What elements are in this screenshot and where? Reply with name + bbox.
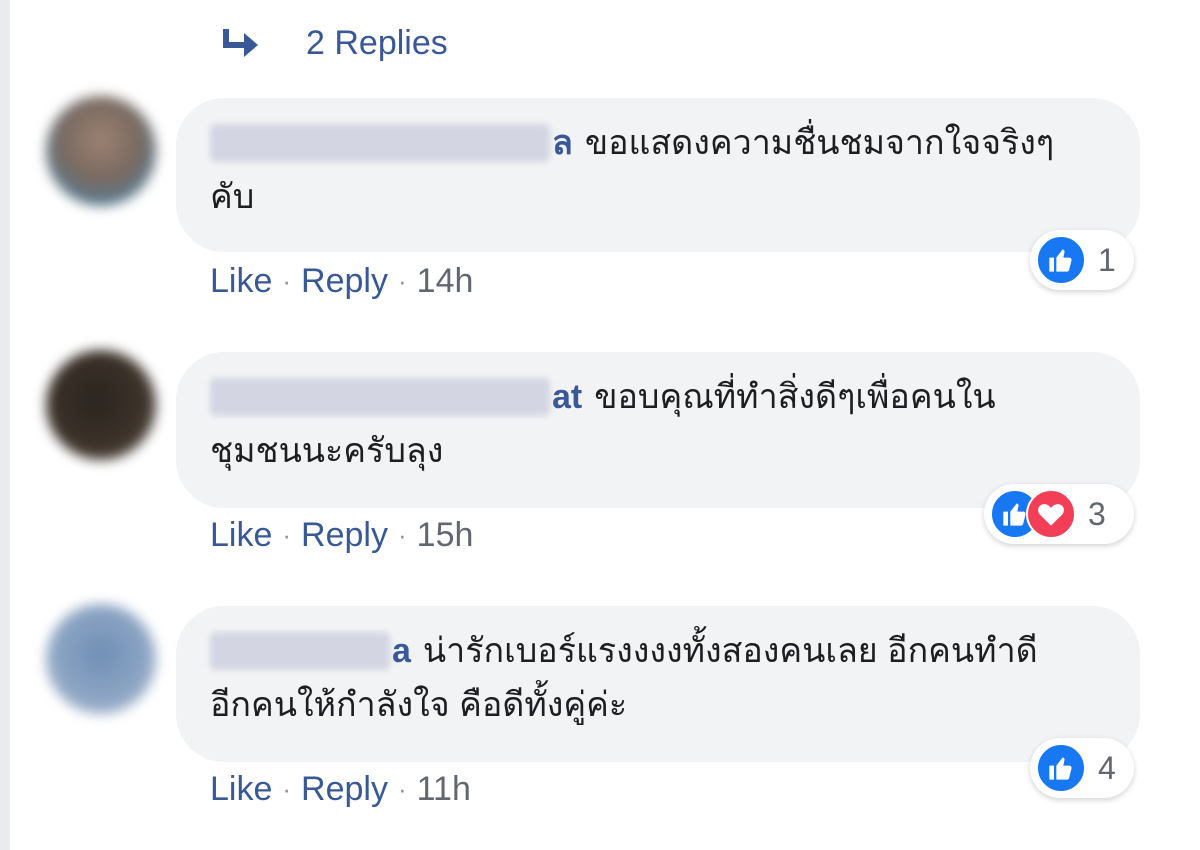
reaction-count: 1 [1098, 241, 1116, 278]
like-button[interactable]: Like [210, 516, 272, 555]
page-left-border [0, 0, 10, 850]
love-reaction-icon [1026, 489, 1076, 539]
reaction-count: 4 [1098, 749, 1116, 786]
comment-text-line1: ขอบคุณที่ทำสิ่งดีๆเพื่อคนใน [594, 378, 996, 416]
avatar[interactable] [46, 96, 156, 206]
view-replies-link[interactable]: 2 Replies [222, 18, 448, 68]
reaction-count: 3 [1088, 495, 1106, 532]
comment-text-line1: น่ารักเบอร์แรงงงงทั้งสองคนเลย อีกคนทำดี [422, 632, 1038, 670]
separator: · [282, 520, 292, 550]
reply-button[interactable]: Reply [301, 516, 388, 555]
separator: · [397, 520, 407, 550]
comment-text-line2: ชุมชนนะครับลุง [210, 432, 444, 470]
comment-author-name[interactable]: at [210, 370, 582, 424]
comment-text-line2: อีกคนให้กำลังใจ คือดีทั้งคู่ค่ะ [210, 686, 628, 724]
comment-timestamp[interactable]: 15h [417, 516, 474, 555]
reactions-summary[interactable]: 1 [1030, 230, 1134, 290]
comment-text-line2: คับ [210, 178, 255, 216]
reactions-summary[interactable]: 3 [984, 484, 1134, 544]
reply-button[interactable]: Reply [301, 262, 388, 301]
comment-text-line1: ขอแสดงความชื่นชมจากใจจริงๆ [584, 124, 1055, 162]
comment-timestamp[interactable]: 14h [417, 262, 474, 301]
comment-actions: Like · Reply · 14h [210, 262, 473, 301]
comment-bubble: a น่ารักเบอร์แรงงงงทั้งสองคนเลย อีกคนทำด… [176, 606, 1140, 762]
comment-bubble: ล ขอแสดงความชื่นชมจากใจจริงๆ คับ [176, 98, 1140, 252]
reply-button[interactable]: Reply [301, 770, 388, 809]
like-button[interactable]: Like [210, 770, 272, 809]
separator: · [282, 774, 292, 804]
like-reaction-icon [1036, 235, 1086, 285]
separator: · [282, 266, 292, 296]
avatar[interactable] [46, 350, 156, 460]
reactions-summary[interactable]: 4 [1030, 738, 1134, 798]
replies-count-label[interactable]: 2 Replies [306, 24, 448, 63]
comment-author-name[interactable]: a [210, 624, 411, 678]
comment-bubble: at ขอบคุณที่ทำสิ่งดีๆเพื่อคนใน ชุมชนนะคร… [176, 352, 1140, 508]
comment-timestamp[interactable]: 11h [417, 770, 471, 809]
comment-actions: Like · Reply · 11h [210, 770, 471, 809]
reply-arrow-icon [222, 23, 262, 63]
comment-thread: 2 Replies ล ขอแสดงความชื่นชมจากใจจริงๆ ค… [0, 0, 1200, 850]
like-button[interactable]: Like [210, 262, 272, 301]
like-reaction-icon [1036, 743, 1086, 793]
avatar[interactable] [46, 604, 156, 714]
separator: · [397, 266, 407, 296]
comment-actions: Like · Reply · 15h [210, 516, 473, 555]
separator: · [397, 774, 407, 804]
comment-author-name[interactable]: ล [210, 116, 573, 170]
